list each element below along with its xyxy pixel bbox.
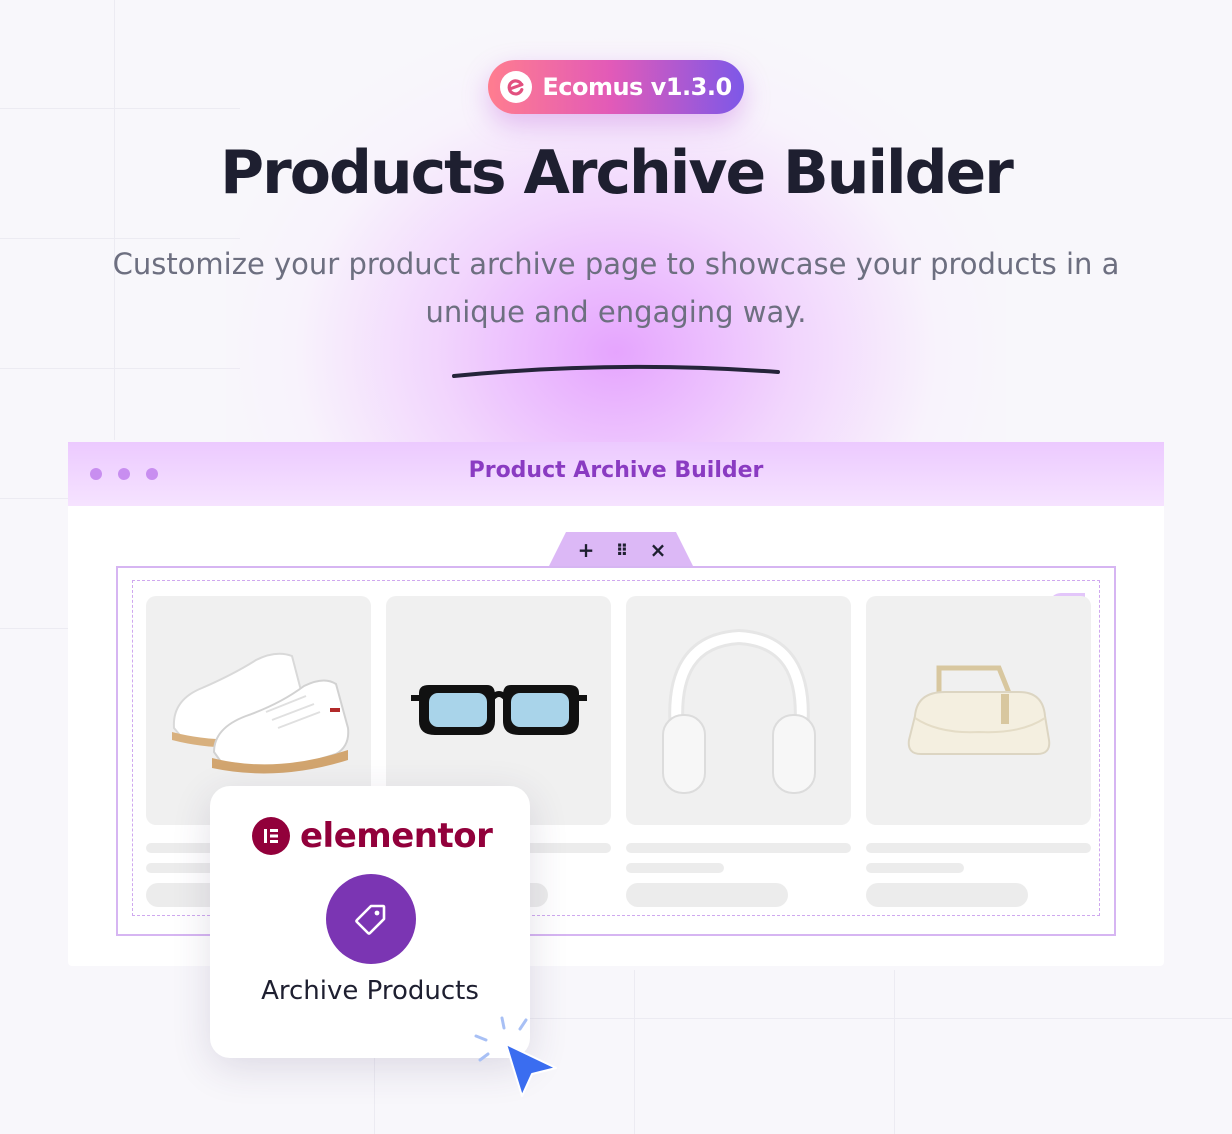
cursor-pointer-icon [474,1016,557,1097]
version-badge: Ecomus v1.3.0 [488,60,744,114]
headphones-image [626,596,851,825]
window-titlebar: Product Archive Builder [68,442,1164,506]
swoosh-underline [452,364,780,378]
skeleton-button [866,883,1028,907]
elementor-wordmark: elementor [300,816,493,856]
grid-line [114,0,115,440]
section-toolbar: + ⠿ × [548,532,694,568]
grid-line [0,108,240,109]
grid-line [0,628,70,629]
ecomus-logo-icon [500,71,533,103]
grid-line [0,238,240,239]
product-card[interactable] [626,596,851,825]
page-subtitle: Customize your product archive page to s… [112,247,1120,329]
grid-line [634,970,635,1134]
version-label: Ecomus v1.3.0 [542,73,732,101]
add-section-button[interactable]: + [574,538,598,562]
page-title: Products Archive Builder [220,138,1014,208]
drag-handle-button[interactable]: ⠿ [610,538,634,562]
product-card[interactable] [866,596,1091,825]
grid-line [0,368,240,369]
skeleton-price [626,863,724,873]
tag-icon [355,904,386,935]
delete-section-button[interactable]: × [646,538,670,562]
skeleton-title [866,843,1091,853]
handbag-image [866,596,1091,825]
skeleton-button [626,883,788,907]
widget-label: Archive Products [261,976,479,1006]
grid-line [530,1018,1232,1019]
elementor-brand: elementor [252,816,493,856]
skeleton-title [626,843,851,853]
elementor-logo-icon [252,817,290,855]
archive-products-widget[interactable] [326,874,416,964]
grid-line [894,970,895,1134]
grid-line [0,498,70,499]
window-title: Product Archive Builder [468,458,764,483]
skeleton-price [866,863,964,873]
